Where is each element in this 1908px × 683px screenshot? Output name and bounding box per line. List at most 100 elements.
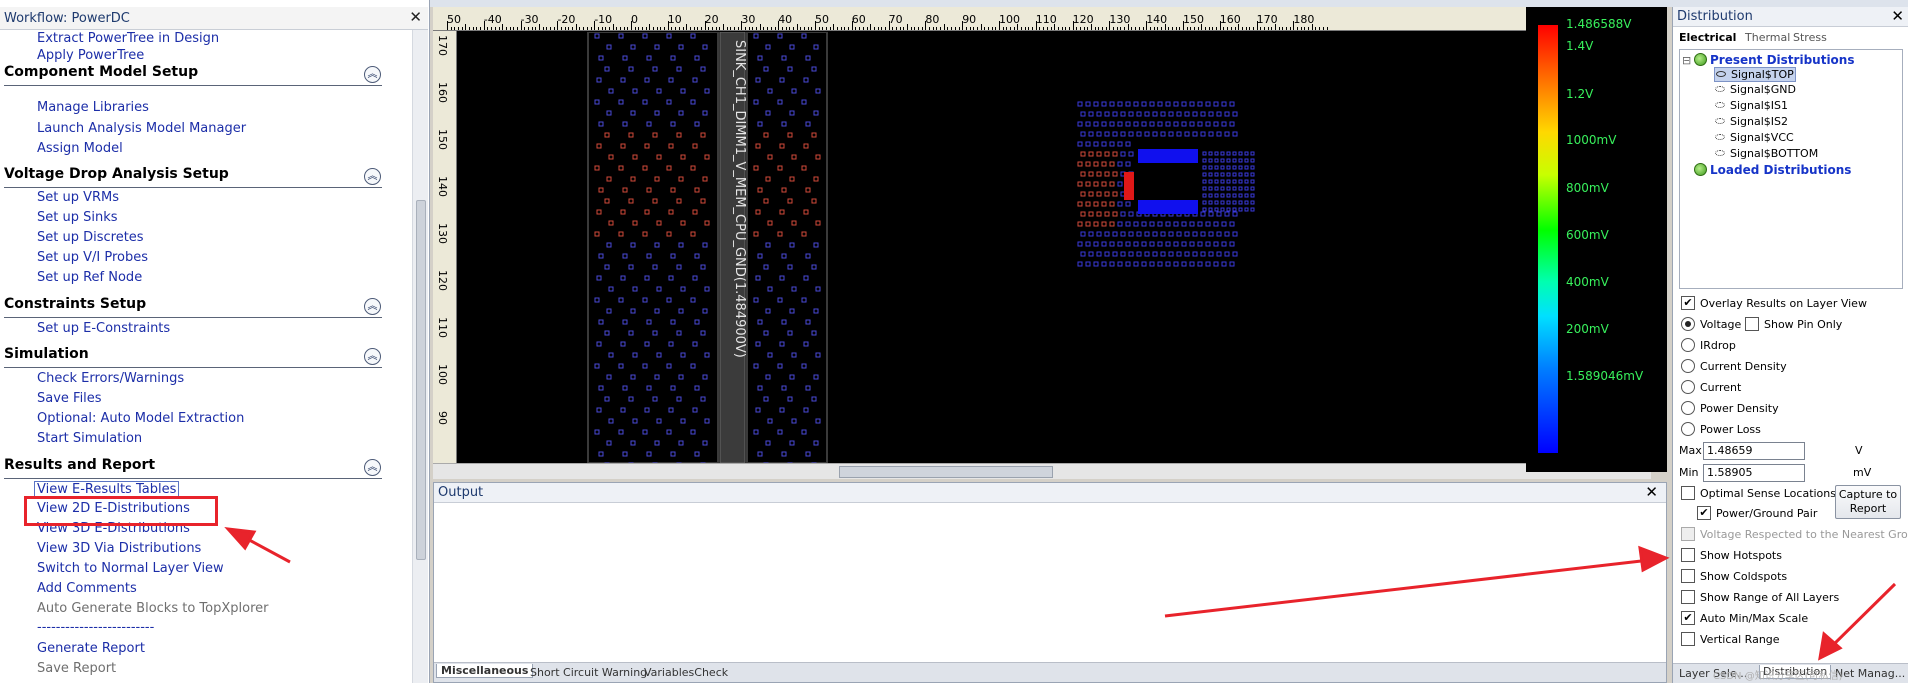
link-add-comments[interactable]: Add Comments [37, 581, 137, 596]
link-view-3d-via-distributions[interactable]: View 3D Via Distributions [37, 541, 201, 556]
tree-node-layer[interactable]: Signal$VCC [1715, 131, 1794, 144]
vertical-range-checkbox[interactable] [1681, 632, 1695, 646]
collapse-chevron-icon[interactable]: ︽ [364, 298, 381, 315]
layout-canvas[interactable]: 50 -40 -30 -20 -10 0 10 20 30 40 50 60 70 80 90 100 110 1… [433, 7, 1651, 479]
ruler-tick-mark [943, 24, 945, 30]
collapse-chevron-icon[interactable]: ︽ [364, 66, 381, 83]
ruler-tick-mark [608, 27, 610, 30]
link-start-simulation[interactable]: Start Simulation [37, 431, 142, 446]
link-save-files[interactable]: Save Files [37, 391, 102, 406]
tab-net-manager[interactable]: Net Manag... [1835, 667, 1905, 680]
link-generate-report[interactable]: Generate Report [37, 641, 145, 656]
section-voltage-drop-setup[interactable]: Voltage Drop Analysis Setup ︽ [0, 164, 382, 188]
ruler-tick-mark [951, 27, 953, 30]
ruler-tick-mark [965, 27, 967, 30]
show-coldspots-checkbox[interactable] [1681, 569, 1695, 583]
tab-short-circuit-warning[interactable]: Short Circuit Warning [530, 666, 647, 679]
ruler-tick-mark [1311, 24, 1313, 30]
optimal-sense-checkbox[interactable] [1681, 486, 1695, 500]
collapse-chevron-icon[interactable]: ︽ [364, 168, 381, 185]
irdrop-radio[interactable] [1681, 338, 1695, 352]
ruler-tick-mark [1160, 27, 1162, 30]
voltage-respected-label: Voltage Respected to the Nearest Ground … [1700, 528, 1908, 541]
ruler-tick-mark [594, 21, 596, 30]
eye-icon [1716, 71, 1726, 77]
link-launch-analysis-model-manager[interactable]: Launch Analysis Model Manager [37, 121, 246, 136]
ruler-tick-label: 90 [962, 13, 977, 26]
section-results-and-report[interactable]: Results and Report ︽ [0, 455, 382, 479]
show-hotspots-checkbox[interactable] [1681, 548, 1695, 562]
power-ground-pair-checkbox[interactable]: ✔ [1697, 506, 1711, 520]
output-close-icon[interactable]: ✕ [1645, 483, 1658, 501]
link-setup-ref-node[interactable]: Set up Ref Node [37, 270, 142, 285]
min-value-field[interactable]: 1.58905 [1703, 464, 1805, 482]
tab-stress[interactable]: Stress [1793, 31, 1827, 44]
link-setup-vi-probes[interactable]: Set up V/I Probes [37, 250, 148, 265]
ruler-tick-mark [564, 27, 566, 30]
section-component-model-setup[interactable]: Component Model Setup ︽ [0, 62, 382, 86]
link-setup-sinks[interactable]: Set up Sinks [37, 210, 118, 225]
link-setup-e-constraints[interactable]: Set up E-Constraints [37, 321, 170, 336]
legend-label: 1.2V [1566, 87, 1594, 101]
link-setup-vrms[interactable]: Set up VRMs [37, 190, 119, 205]
collapse-chevron-icon[interactable]: ︽ [364, 459, 381, 476]
link-apply-powertree[interactable]: Apply PowerTree [37, 48, 144, 63]
link-manage-libraries[interactable]: Manage Libraries [37, 100, 149, 115]
tree-node-layer[interactable]: Signal$GND [1715, 83, 1796, 96]
board-view[interactable]: SINK_CH1_DIMM1_V_MEM_CPU_GND(1.484900V) [458, 32, 1651, 463]
tab-electrical[interactable]: Electrical [1679, 31, 1736, 44]
scrollbar-thumb[interactable] [416, 200, 426, 560]
ruler-tick-mark [1319, 27, 1321, 30]
voltage-label: Voltage [1700, 318, 1742, 331]
section-title: Voltage Drop Analysis Setup [4, 166, 229, 182]
distribution-close-icon[interactable]: ✕ [1891, 7, 1904, 25]
link-setup-discretes[interactable]: Set up Discretes [37, 230, 144, 245]
current-density-radio[interactable] [1681, 359, 1695, 373]
tab-thermal[interactable]: Thermal [1745, 31, 1790, 44]
ruler-tick-mark [675, 27, 677, 30]
show-hotspots-label: Show Hotspots [1700, 549, 1782, 562]
workflow-close-icon[interactable]: ✕ [409, 8, 422, 26]
power-loss-radio[interactable] [1681, 422, 1695, 436]
tab-miscellaneous[interactable]: Miscellaneous [436, 664, 534, 678]
link-switch-normal-layer-view[interactable]: Switch to Normal Layer View [37, 561, 224, 576]
link-auto-generate-blocks[interactable]: Auto Generate Blocks to TopXplorer [37, 601, 268, 616]
tree-node-layer[interactable]: Signal$TOP [1714, 67, 1796, 82]
ruler-tick-mark [770, 27, 772, 30]
power-density-radio[interactable] [1681, 401, 1695, 415]
capture-to-report-button[interactable]: Capture to Report [1835, 485, 1901, 519]
collapse-chevron-icon[interactable]: ︽ [364, 348, 381, 365]
ruler-tick-mark [826, 27, 828, 30]
canvas-horizontal-scrollbar[interactable] [433, 463, 1651, 479]
max-value-field[interactable]: 1.48659 [1703, 442, 1805, 460]
tab-variables-check[interactable]: VariablesCheck [644, 666, 728, 679]
link-check-errors[interactable]: Check Errors/Warnings [37, 371, 184, 386]
voltage-radio[interactable] [1681, 317, 1695, 331]
link-auto-model-extraction[interactable]: Optional: Auto Model Extraction [37, 411, 244, 426]
tree-node-loaded-distributions[interactable]: Loaded Distributions [1694, 163, 1851, 177]
tree-node-layer[interactable]: Signal$IS2 [1715, 115, 1788, 128]
scrollbar-thumb[interactable] [839, 466, 1053, 478]
link-save-report[interactable]: Save Report [37, 661, 116, 676]
workflow-scrollbar[interactable] [412, 30, 428, 683]
link-extract-powertree[interactable]: Extract PowerTree in Design [37, 31, 219, 46]
section-simulation[interactable]: Simulation ︽ [0, 344, 382, 368]
show-pin-only-checkbox[interactable] [1745, 317, 1759, 331]
tree-expander-icon[interactable]: ⊟ [1682, 54, 1691, 67]
tree-node-present-distributions[interactable]: Present Distributions [1694, 53, 1855, 67]
ruler-tick-mark [1091, 24, 1092, 30]
current-radio[interactable] [1681, 380, 1695, 394]
section-constraints-setup[interactable]: Constraints Setup ︽ [0, 294, 382, 318]
legend-label: 400mV [1566, 275, 1609, 289]
tree-node-layer[interactable]: Signal$IS1 [1715, 99, 1788, 112]
show-range-checkbox[interactable] [1681, 590, 1695, 604]
voltage-respected-checkbox[interactable] [1681, 527, 1695, 541]
ruler-tick-mark [1094, 27, 1096, 30]
auto-minmax-label: Auto Min/Max Scale [1700, 612, 1809, 625]
auto-minmax-checkbox[interactable]: ✔ [1681, 611, 1695, 625]
overlay-checkbox[interactable]: ✔ [1681, 296, 1695, 310]
ruler-tick-mark [888, 21, 890, 30]
tree-node-layer[interactable]: Signal$BOTTOM [1715, 147, 1818, 160]
ruler-tick-mark [873, 27, 875, 30]
link-assign-model[interactable]: Assign Model [37, 141, 123, 156]
